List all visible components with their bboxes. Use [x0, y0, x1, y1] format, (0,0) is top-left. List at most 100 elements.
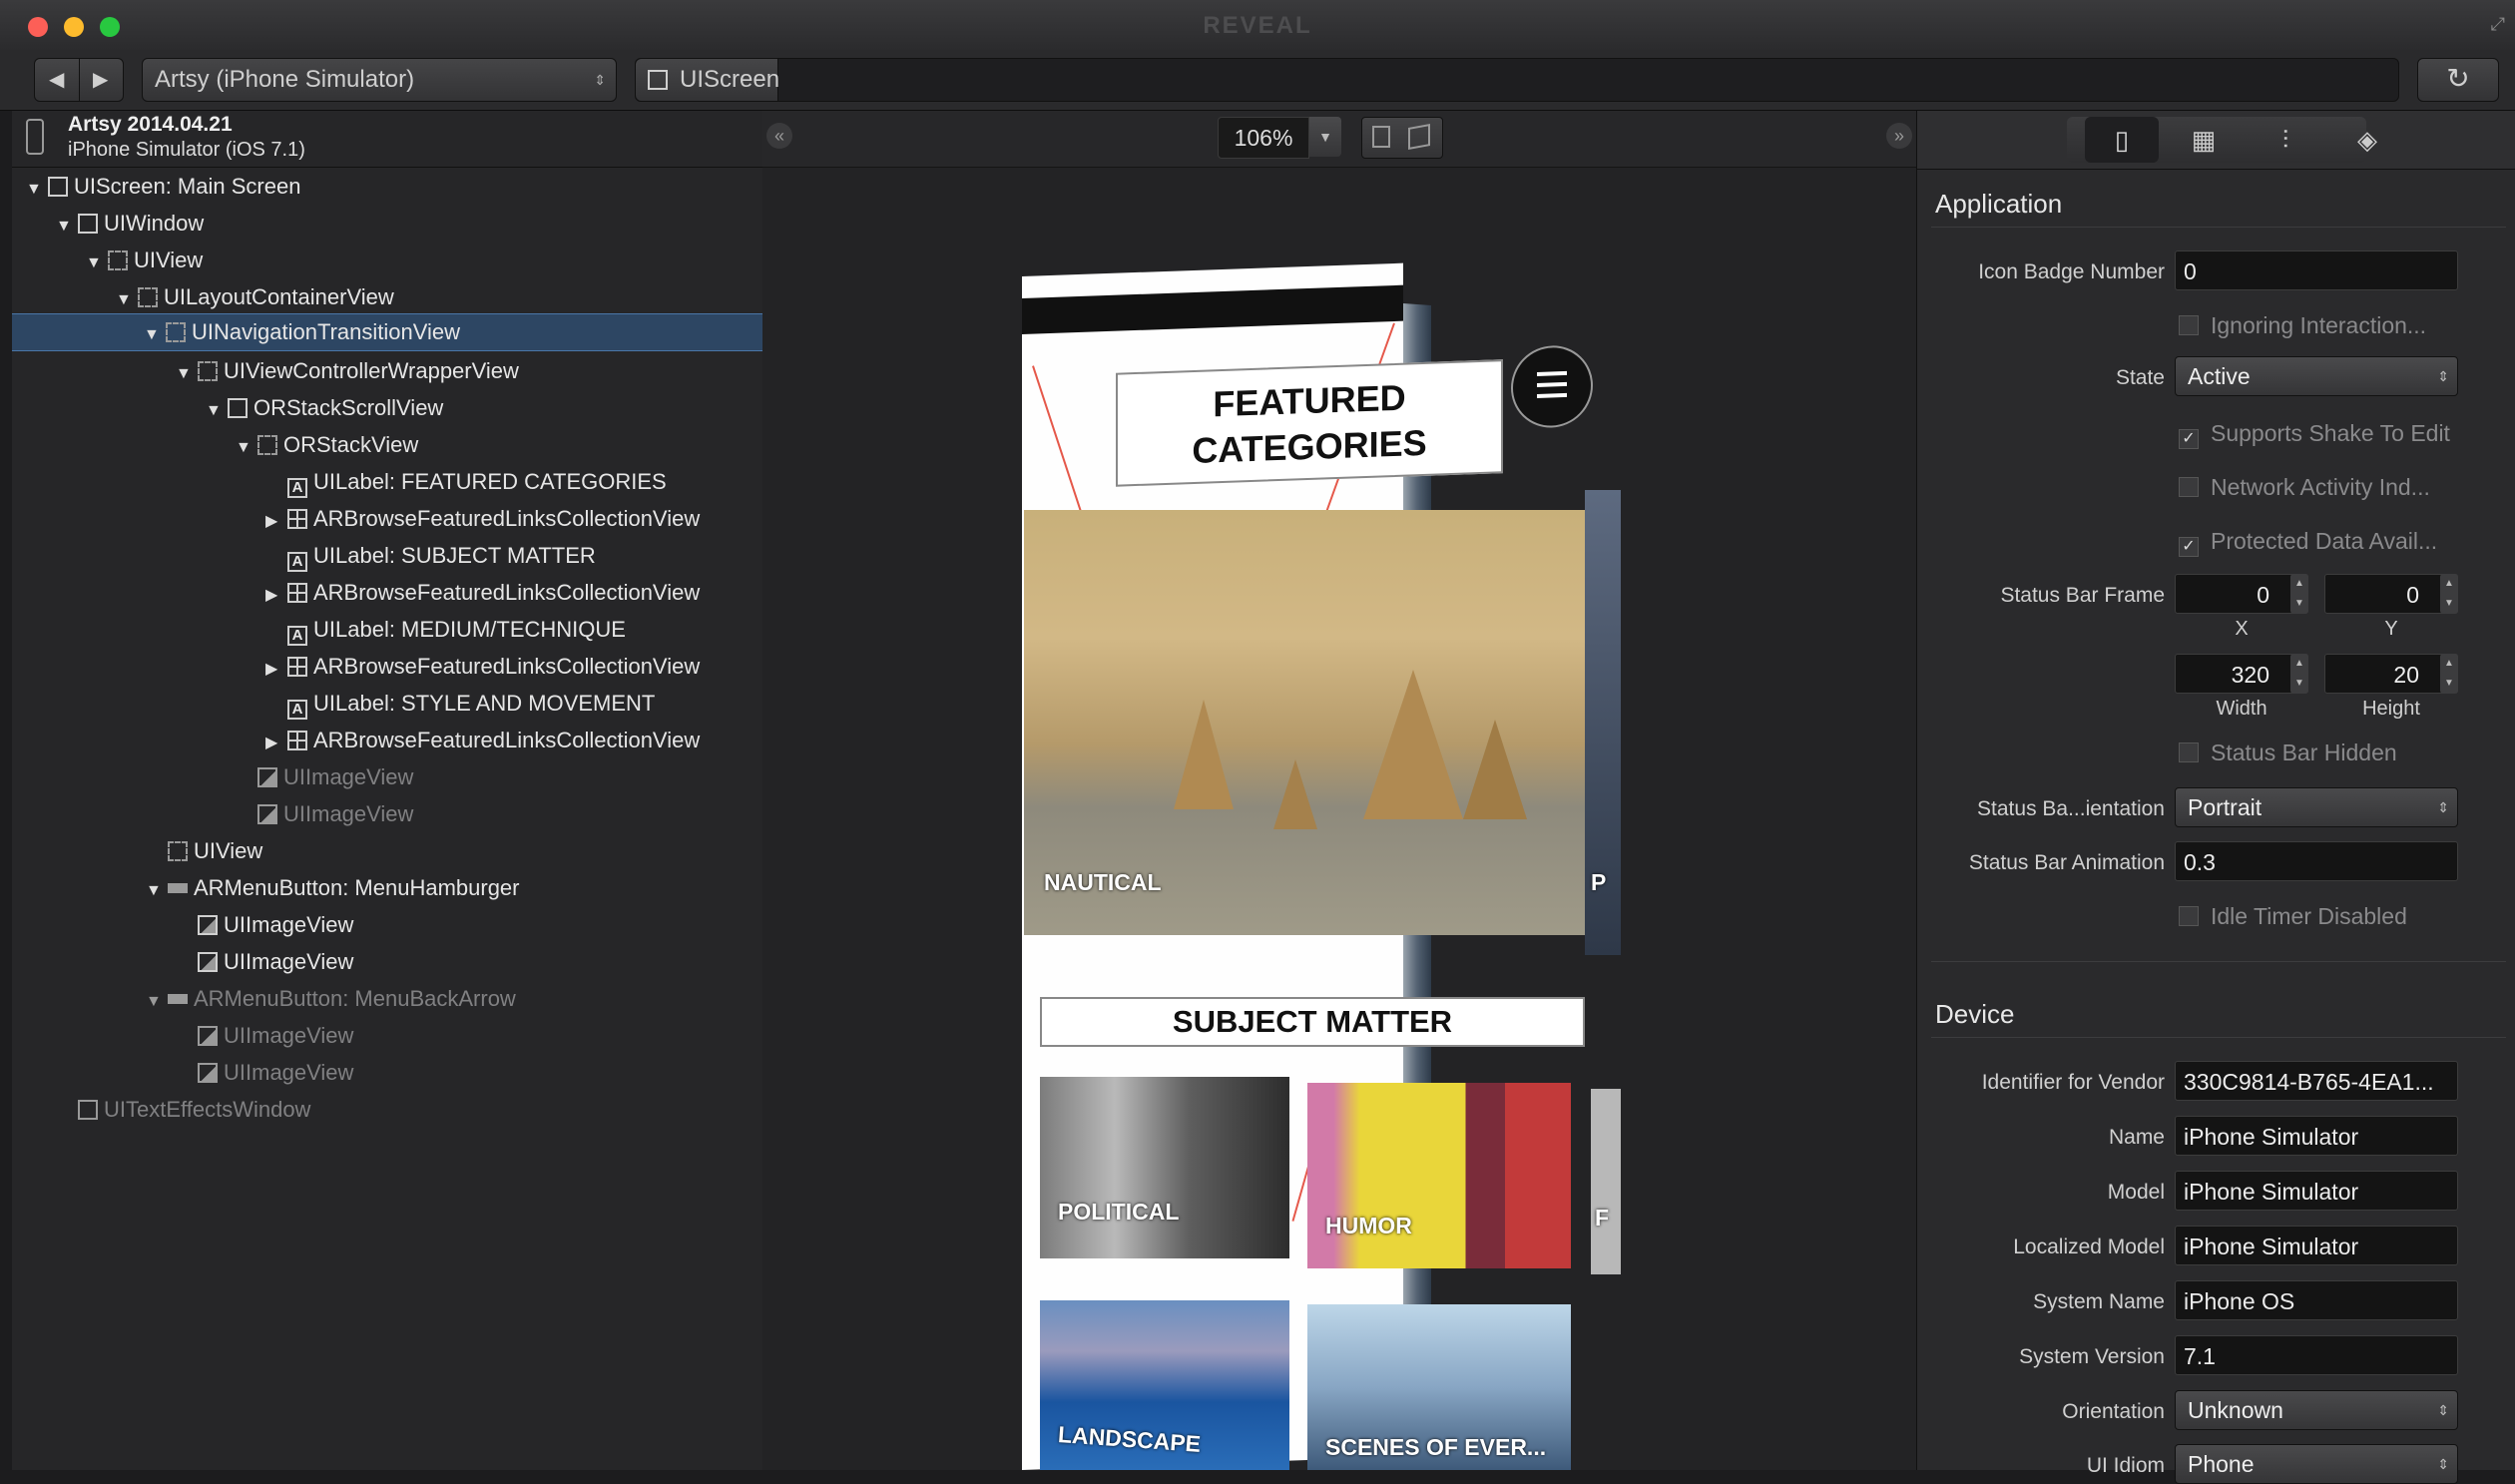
file-icon[interactable]: ▯ — [2085, 117, 2159, 163]
localized-model-field[interactable]: iPhone Simulator — [2175, 1226, 2458, 1265]
device-selector-label: Artsy (iPhone Simulator) — [155, 66, 415, 93]
tree-item[interactable]: A UILabel: SUBJECT MATTER — [287, 538, 596, 574]
ui-idiom-select[interactable]: Phone ⇕ — [2175, 1444, 2458, 1484]
tree-item[interactable]: UIImageView — [198, 1018, 353, 1054]
tree-item[interactable]: ▼ UIWindow — [56, 206, 204, 242]
model-label: Model — [2107, 1181, 2165, 1204]
canvas-toolbar: « 106% ▼ » — [762, 111, 1916, 168]
frame-height-stepper[interactable]: ▲ ▼ — [2440, 654, 2458, 694]
application-section-title: Application — [1935, 189, 2063, 219]
tree-item[interactable]: UIImageView — [198, 944, 353, 980]
ignoring-interaction-checkbox[interactable]: Ignoring Interaction... — [2179, 312, 2426, 339]
tree-item[interactable]: A UILabel: FEATURED CATEGORIES — [287, 464, 667, 500]
frame-width-field[interactable]: 320 — [2175, 654, 2308, 694]
status-bar-hidden-checkbox[interactable]: Status Bar Hidden — [2179, 740, 2397, 766]
frame-x-stepper[interactable]: ▲ ▼ — [2290, 574, 2308, 614]
frame-y-field[interactable]: 0 — [2324, 574, 2458, 614]
zoom-field[interactable]: 106% — [1218, 117, 1309, 159]
zoom-dropdown-icon[interactable]: ▼ — [1309, 117, 1341, 157]
tree-item[interactable]: UIImageView — [198, 1055, 353, 1091]
landscape-tile[interactable]: LANDSCAPE — [1040, 1300, 1289, 1470]
label-icon: A — [287, 478, 307, 498]
tree-item[interactable]: ▶ ARBrowseFeaturedLinksCollectionView — [265, 575, 700, 611]
tree-item[interactable]: UIImageView — [257, 759, 413, 795]
frame-x-field[interactable]: 0 — [2175, 574, 2308, 614]
tree-item[interactable]: ▼ UIScreen: Main Screen — [26, 169, 300, 205]
system-name-label: System Name — [2033, 1290, 2165, 1313]
chevron-right-icon[interactable]: ▶ — [93, 67, 108, 92]
refresh-icon[interactable]: ↻ — [2417, 58, 2499, 102]
imageview-icon — [198, 1063, 218, 1083]
tree-item-selected[interactable]: ▼ UINavigationTransitionView — [12, 313, 762, 351]
fullscreen-icon[interactable]: ⤢ — [2491, 14, 2505, 35]
imageview-icon — [198, 915, 218, 935]
chevron-left-icon[interactable]: ◀ — [49, 67, 64, 92]
tree-item[interactable]: UITextEffectsWindow — [78, 1092, 310, 1128]
tree-item[interactable]: UIImageView — [257, 796, 413, 832]
model-field[interactable]: iPhone Simulator — [2175, 1171, 2458, 1211]
3d-view-icon[interactable] — [1408, 124, 1430, 150]
window-icon — [78, 1100, 98, 1120]
screen-icon — [648, 70, 668, 90]
frame-width-stepper[interactable]: ▲ ▼ — [2290, 654, 2308, 694]
icon-badge-label: Icon Badge Number — [1978, 260, 2165, 283]
network-activity-checkbox[interactable]: Network Activity Ind... — [2179, 474, 2430, 501]
sliders-icon[interactable]: ⫶ — [2249, 117, 2322, 163]
width-caption: Width — [2216, 698, 2267, 720]
nautical-tile[interactable]: NAUTICAL — [1024, 510, 1585, 935]
tree-item[interactable]: ▼ UILayoutContainerView — [116, 279, 394, 315]
tree-item[interactable]: ▼ ORStackScrollView — [206, 390, 443, 426]
orientation-select[interactable]: Unknown ⇕ — [2175, 1390, 2458, 1430]
2d-view-icon[interactable] — [1372, 126, 1390, 148]
tree-item[interactable]: A UILabel: MEDIUM/TECHNIQUE — [287, 612, 626, 648]
view-icon — [166, 322, 186, 342]
frame-height-field[interactable]: 20 — [2324, 654, 2458, 694]
political-tile[interactable]: POLITICAL — [1040, 1077, 1289, 1258]
tree-item[interactable]: ▶ ARBrowseFeaturedLinksCollectionView — [265, 649, 700, 685]
frame-y-stepper[interactable]: ▲ ▼ — [2440, 574, 2458, 614]
label-icon: A — [287, 626, 307, 646]
tree-item[interactable]: UIImageView — [198, 907, 353, 943]
name-field[interactable]: iPhone Simulator — [2175, 1116, 2458, 1156]
humor-tile[interactable]: HUMOR — [1307, 1083, 1571, 1268]
idle-timer-checkbox[interactable]: Idle Timer Disabled — [2179, 903, 2407, 930]
tree-item[interactable]: UIView — [168, 833, 262, 869]
tree-item[interactable]: ▼ ORStackView — [236, 427, 418, 463]
window-title: REVEAL — [1203, 12, 1312, 39]
partial-tile[interactable]: P — [1585, 490, 1621, 955]
system-name-field[interactable]: iPhone OS — [2175, 1280, 2458, 1320]
scenes-tile[interactable]: SCENES OF EVER... — [1307, 1304, 1571, 1470]
imageview-icon — [198, 1026, 218, 1046]
tree-item[interactable]: ▶ ARBrowseFeaturedLinksCollectionView — [265, 723, 700, 758]
partial-tile[interactable]: F — [1591, 1089, 1621, 1274]
vendor-id-field[interactable]: 330C9814-B765-4EA1... — [2175, 1061, 2458, 1101]
layers-icon[interactable]: ◈ — [2330, 117, 2404, 163]
breadcrumb-bar[interactable]: UIScreen — [635, 58, 2399, 102]
hamburger-menu-icon[interactable] — [1511, 344, 1593, 429]
status-bar — [1022, 284, 1403, 334]
collapse-left-icon[interactable]: « — [766, 123, 792, 149]
system-version-field[interactable]: 7.1 — [2175, 1335, 2458, 1375]
supports-shake-checkbox[interactable]: ✓ Supports Shake To Edit — [2179, 420, 2450, 449]
x-caption: X — [2235, 618, 2249, 640]
tree-item[interactable]: ▼ UIViewControllerWrapperView — [176, 353, 519, 389]
tree-item[interactable]: ▶ ARBrowseFeaturedLinksCollectionView — [265, 501, 700, 537]
status-bar-frame-label: Status Bar Frame — [2000, 584, 2165, 607]
status-bar-orientation-select[interactable]: Portrait ⇕ — [2175, 787, 2458, 827]
title-bar: REVEAL ⤢ — [0, 0, 2515, 51]
tree-item[interactable]: ▼ ARMenuButton: MenuBackArrow — [146, 981, 516, 1017]
tree-item[interactable]: ▼ ARMenuButton: MenuHamburger — [146, 870, 520, 906]
status-bar-animation-field[interactable]: 0.3 — [2175, 841, 2458, 881]
imageview-icon — [257, 767, 277, 787]
device-selector[interactable]: Artsy (iPhone Simulator) ⇕ — [142, 58, 617, 102]
tree-item[interactable]: A UILabel: STYLE AND MOVEMENT — [287, 686, 655, 722]
imageview-icon — [257, 804, 277, 824]
collapse-right-icon[interactable]: » — [1886, 123, 1912, 149]
table-icon[interactable]: ▦ — [2167, 117, 2241, 163]
state-select[interactable]: Active ⇕ — [2175, 356, 2458, 396]
featured-categories-label: FEATURED CATEGORIES — [1116, 359, 1503, 487]
app-name: Artsy 2014.04.21 — [68, 113, 233, 136]
protected-data-checkbox[interactable]: ✓ Protected Data Avail... — [2179, 528, 2437, 557]
icon-badge-field[interactable]: 0 — [2175, 250, 2458, 290]
tree-item[interactable]: ▼ UIView — [86, 243, 203, 278]
